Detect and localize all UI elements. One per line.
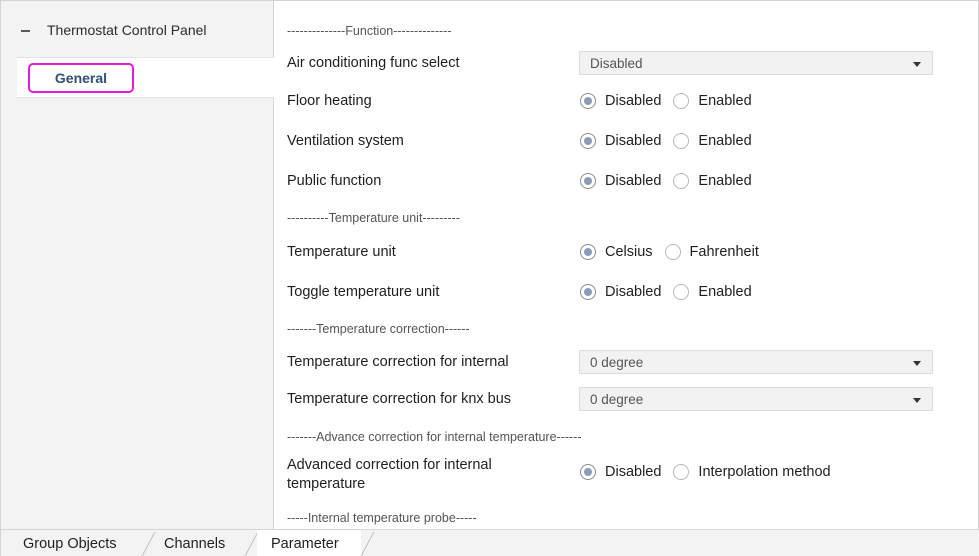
parameter-tree-panel: Thermostat Control Panel General — [1, 1, 274, 529]
ventilation-label: Ventilation system — [287, 133, 404, 149]
celsius-radio[interactable] — [580, 244, 596, 260]
radio-option-label: Disabled — [605, 93, 662, 109]
advanced-correction-label-line1: Advanced correction for internal — [287, 457, 492, 473]
tab-group-objects[interactable]: Group Objects — [23, 530, 117, 556]
radio-option-label: Enabled — [698, 284, 752, 300]
chevron-down-icon[interactable] — [913, 361, 921, 366]
correction-knx-select[interactable]: 0 degree — [579, 387, 933, 411]
section-header-advance-correction: -------Advance correction for internal t… — [287, 430, 582, 444]
tree-item-general[interactable]: General — [17, 57, 274, 98]
radio-option-label: Interpolation method — [698, 464, 831, 480]
section-header-internal-probe: -----Internal temperature probe----- — [287, 511, 477, 525]
radio-option-label: Celsius — [605, 244, 653, 260]
air-conditioning-value: Disabled — [590, 55, 643, 71]
radio-option-label: Enabled — [698, 133, 752, 149]
toggle-unit-radio-group: Disabled Enabled — [580, 284, 764, 300]
chevron-down-icon[interactable] — [913, 398, 921, 403]
parameter-content: --------------Function-------------- Air… — [275, 1, 979, 529]
section-header-temperature-correction: -------Temperature correction------ — [287, 322, 470, 336]
public-function-enabled-radio[interactable] — [673, 173, 690, 189]
radio-option-label: Disabled — [605, 173, 662, 189]
tree-node-label: Thermostat Control Panel — [47, 22, 207, 38]
ventilation-enabled-radio[interactable] — [673, 133, 690, 149]
advanced-correction-disabled-radio[interactable] — [580, 464, 596, 480]
ventilation-radio-group: Disabled Enabled — [580, 133, 764, 149]
air-conditioning-label: Air conditioning func select — [287, 55, 460, 71]
toggle-unit-disabled-radio[interactable] — [580, 284, 596, 300]
radio-option-label: Enabled — [698, 93, 752, 109]
public-function-disabled-radio[interactable] — [580, 173, 596, 189]
correction-knx-value: 0 degree — [590, 391, 644, 407]
temperature-unit-label: Temperature unit — [287, 244, 396, 260]
tab-separator — [141, 532, 156, 556]
radio-option-label: Disabled — [605, 133, 662, 149]
bottom-tab-bar: Group Objects Channels Parameter — [1, 529, 979, 556]
floor-heating-radio-group: Disabled Enabled — [580, 93, 764, 109]
collapse-icon[interactable] — [21, 30, 30, 32]
advanced-correction-radio-group: Disabled Interpolation method — [580, 464, 843, 480]
tab-channels[interactable]: Channels — [164, 530, 225, 556]
toggle-unit-label: Toggle temperature unit — [287, 284, 440, 300]
thermostat-parameter-window: Thermostat Control Panel General -------… — [0, 0, 979, 556]
advanced-correction-label: Advanced correction for internal tempera… — [287, 456, 492, 494]
interpolation-method-radio[interactable] — [673, 464, 690, 480]
radio-option-label: Disabled — [605, 464, 662, 480]
radio-option-label: Fahrenheit — [689, 244, 759, 260]
floor-heating-disabled-radio[interactable] — [580, 93, 596, 109]
public-function-radio-group: Disabled Enabled — [580, 173, 764, 189]
floor-heating-enabled-radio[interactable] — [673, 93, 690, 109]
radio-option-label: Enabled — [698, 173, 752, 189]
air-conditioning-select[interactable]: Disabled — [579, 51, 933, 75]
correction-internal-select[interactable]: 0 degree — [579, 350, 933, 374]
toggle-unit-enabled-radio[interactable] — [673, 284, 690, 300]
tree-item-general-label[interactable]: General — [28, 63, 134, 93]
correction-internal-label: Temperature correction for internal — [287, 354, 509, 370]
section-header-function: --------------Function-------------- — [287, 24, 452, 38]
tab-separator — [360, 532, 375, 556]
correction-internal-value: 0 degree — [590, 354, 644, 370]
ventilation-disabled-radio[interactable] — [580, 133, 596, 149]
advanced-correction-label-line2: temperature — [287, 476, 366, 492]
section-header-temperature-unit: ----------Temperature unit--------- — [287, 211, 460, 225]
tab-parameter[interactable]: Parameter — [257, 530, 361, 556]
tree-node-thermostat-control-panel[interactable]: Thermostat Control Panel — [1, 1, 273, 57]
temperature-unit-radio-group: Celsius Fahrenheit — [580, 244, 771, 260]
correction-knx-label: Temperature correction for knx bus — [287, 391, 512, 407]
floor-heating-label: Floor heating — [287, 93, 372, 109]
public-function-label: Public function — [287, 173, 382, 189]
radio-option-label: Disabled — [605, 284, 662, 300]
chevron-down-icon[interactable] — [913, 62, 921, 67]
fahrenheit-radio[interactable] — [664, 244, 681, 260]
